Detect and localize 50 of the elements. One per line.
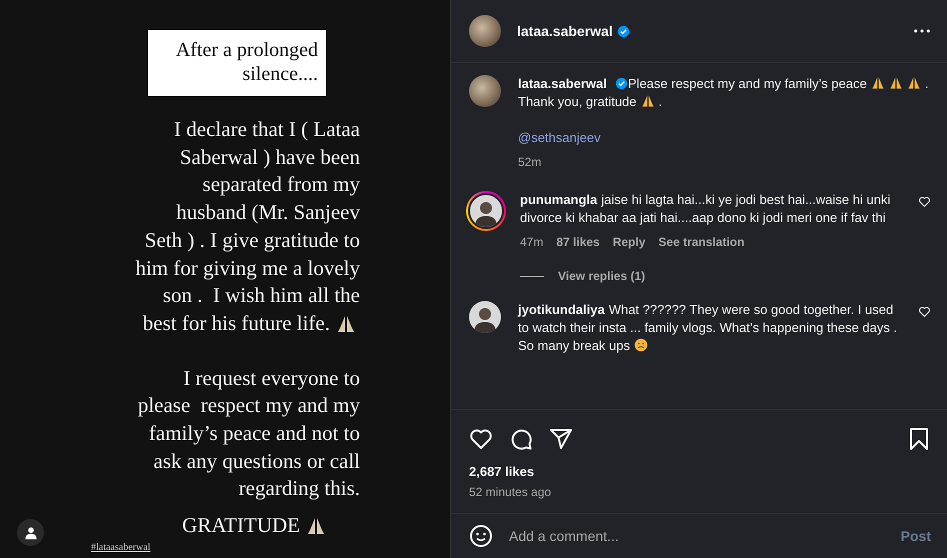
story-text-line: GRATITUDE: [182, 512, 300, 540]
story-text-line: son . I wish him all the: [162, 282, 360, 310]
share-icon[interactable]: [549, 427, 573, 451]
username[interactable]: jyotikundaliya: [518, 302, 605, 317]
post-time: 52 minutes ago: [469, 485, 552, 499]
comment-time: 47m: [520, 235, 544, 249]
story-text-line: Saberwal ) have been: [180, 144, 360, 171]
story-text-line: Seth ) . I give gratitude to: [144, 226, 360, 254]
comment-text: punumangla jaise hi lagta hai...ki ye jodi best hai...waise hi unki divorce ki khabar aa jati hai....aap dono ki jodi meri one if fav thi: [520, 191, 892, 227]
mention-link[interactable]: @sethsanjeev: [518, 129, 931, 147]
comment-icon[interactable]: [509, 427, 533, 451]
bookmark-icon[interactable]: [907, 427, 931, 451]
story-text-line: ask any questions or call: [154, 448, 360, 475]
praying-hands-icon: [888, 76, 903, 90]
username[interactable]: lataa.saberwal: [517, 23, 613, 39]
like-count[interactable]: 2,687 likes: [469, 464, 931, 479]
username[interactable]: punumangla: [520, 192, 598, 207]
translation-link[interactable]: See translation: [658, 235, 744, 249]
story-text-line: I declare that I ( Lataa: [174, 116, 360, 143]
praying-hands-icon: [906, 76, 921, 90]
profile-icon[interactable]: [17, 519, 44, 546]
hashtag[interactable]: #lataasaberwal: [91, 542, 150, 553]
reply-link[interactable]: Reply: [612, 235, 646, 249]
story-heading: After a prolonged silence....: [148, 30, 326, 96]
story-text-line: separated from my: [202, 171, 360, 198]
story-text-line: please respect my and my: [138, 392, 360, 420]
praying-hands-icon: [640, 94, 655, 108]
story-text-line: regarding this.: [238, 475, 360, 502]
post-button[interactable]: Post: [900, 528, 931, 544]
heart-icon[interactable]: [918, 195, 931, 208]
story-text-line: best for his future life.: [142, 310, 330, 337]
more-options-icon[interactable]: [913, 28, 931, 34]
story-text-line: I request everyone to: [183, 364, 360, 392]
avatar[interactable]: [469, 15, 501, 47]
heart-icon[interactable]: [469, 427, 493, 451]
comment-text: jyotikundaliya What ?????? They were so good together. I used to watch their insta ... family vlogs. What’s happening these days . So many break ups: [518, 301, 898, 355]
emoji-icon[interactable]: [469, 524, 493, 548]
story-text-line: husband (Mr. Sanjeev: [176, 199, 360, 226]
comment-input-field[interactable]: Add a comment...: [507, 527, 887, 545]
like-count[interactable]: 87 likes: [556, 235, 600, 249]
story-text-line: family’s peace and not to: [148, 420, 360, 448]
heart-icon[interactable]: [918, 305, 931, 318]
view-replies-link[interactable]: View replies (1): [558, 269, 646, 283]
username[interactable]: lataa.saberwal: [518, 76, 607, 91]
story-text-line: him for giving me a lovely: [135, 254, 360, 282]
comment-time: 52m: [518, 155, 542, 169]
avatar[interactable]: [469, 75, 501, 107]
praying-hands-icon: [870, 76, 885, 90]
avatar[interactable]: [469, 301, 501, 333]
caption-text: lataa.saberwal Please respect my and my family’s peace . Thank you, gratitude .: [518, 75, 930, 111]
